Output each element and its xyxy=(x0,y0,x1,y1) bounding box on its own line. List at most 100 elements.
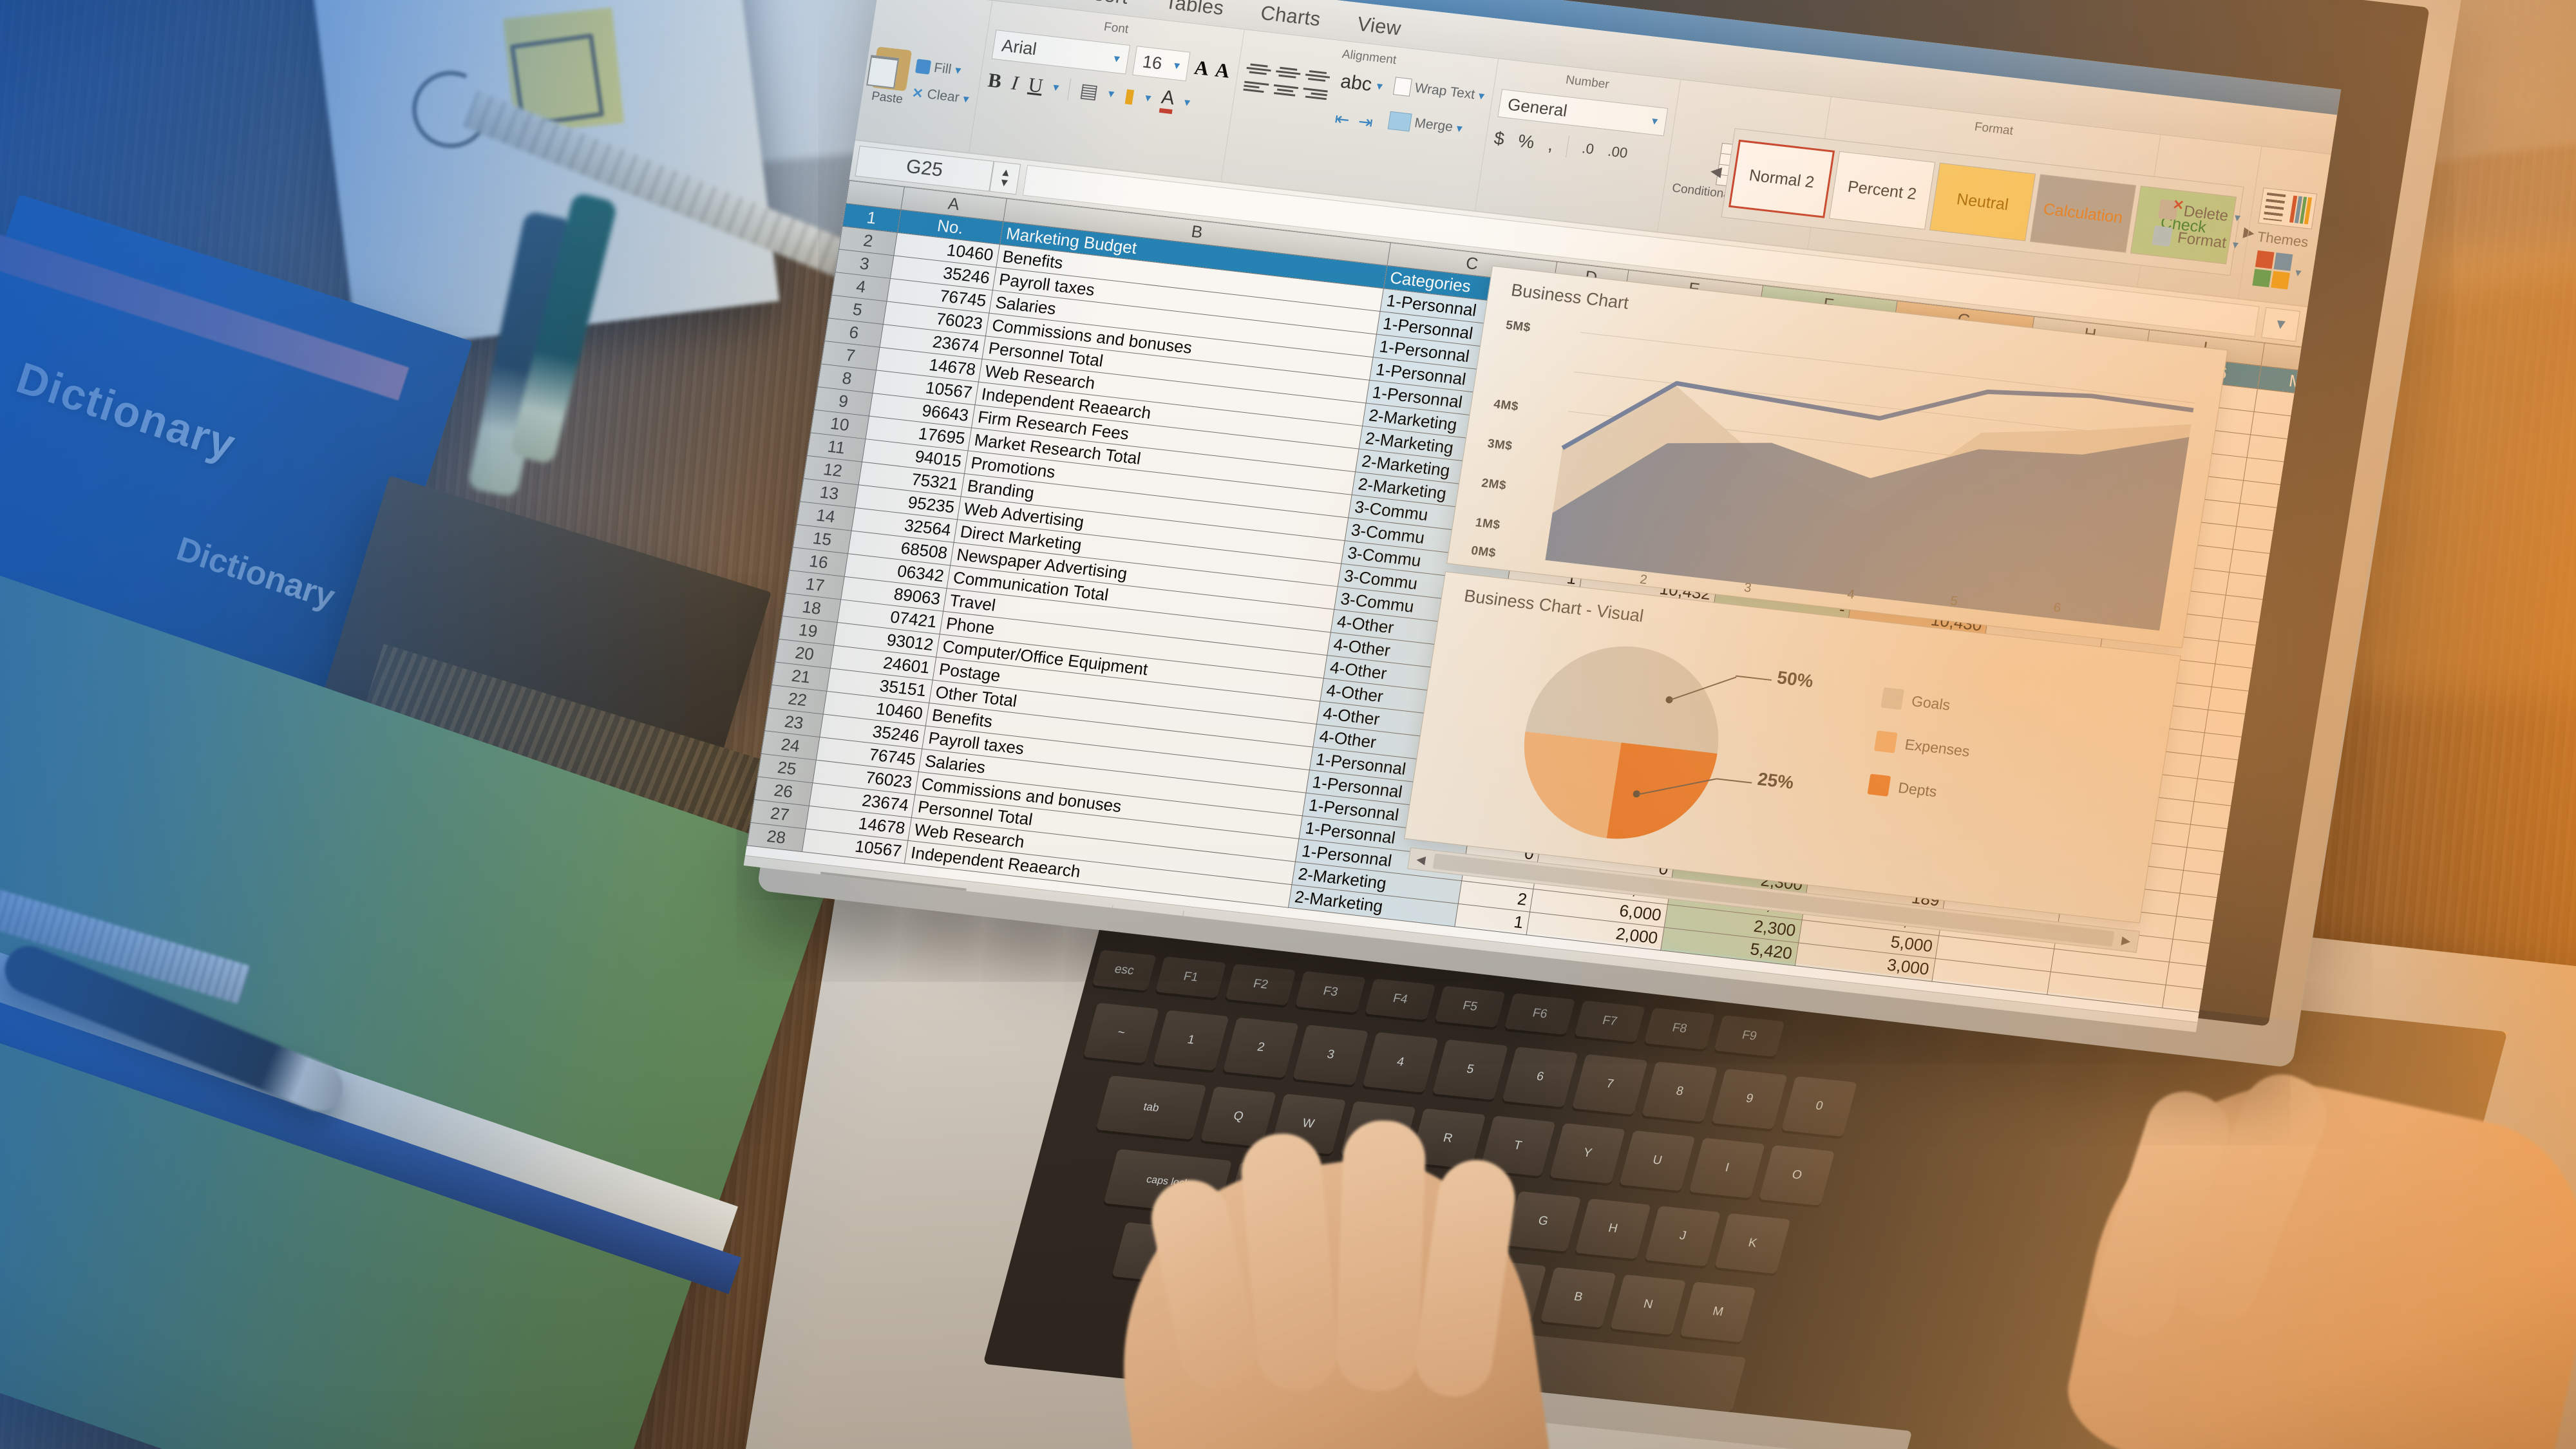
key-i[interactable]: I xyxy=(1689,1137,1765,1198)
chevron-down-icon: ▾ xyxy=(1455,121,1464,135)
key-u[interactable]: U xyxy=(1619,1130,1696,1191)
underline-button[interactable]: U xyxy=(1027,73,1045,97)
key-esc[interactable]: esc xyxy=(1092,949,1157,991)
chevron-down-icon[interactable]: ▾ xyxy=(1107,87,1115,101)
increase-decimal-button[interactable]: .0 xyxy=(1581,140,1595,158)
style-percent-2[interactable]: Percent 2 xyxy=(1828,151,1936,230)
fill-button[interactable]: Fill ▾ xyxy=(915,58,974,80)
percent-format-button[interactable]: % xyxy=(1517,131,1535,153)
chevron-down-icon[interactable]: ▾ xyxy=(1144,91,1152,105)
key-2[interactable]: 2 xyxy=(1222,1017,1299,1078)
wrap-text-label: Wrap Text xyxy=(1414,80,1476,102)
chevron-down-icon[interactable]: ▾ xyxy=(1183,95,1191,109)
theme-colors-icon[interactable] xyxy=(2252,250,2293,289)
key-3[interactable]: 3 xyxy=(1293,1025,1369,1086)
paste-button[interactable]: Paste xyxy=(869,46,913,107)
align-center-icon[interactable] xyxy=(1272,81,1298,99)
key-n[interactable]: N xyxy=(1610,1274,1687,1336)
ribbon-group-font: Font Arial ▾ 16 ▾ A A B I U ▾ ▤ ▾ ▮ ▾ A … xyxy=(969,1,1245,182)
ribbon-group-clipboard: Paste Fill ▾ ✕ Clear ▾ xyxy=(855,0,993,153)
style-normal-2[interactable]: Normal 2 xyxy=(1728,139,1835,218)
legend-swatch-goals xyxy=(1880,687,1904,710)
cf-group-label xyxy=(1751,91,1757,109)
font-size-select[interactable]: 16 ▾ xyxy=(1132,46,1191,82)
align-left-icon[interactable] xyxy=(1242,78,1269,96)
font-name-select[interactable]: Arial ▾ xyxy=(991,30,1131,75)
number-format-select[interactable]: General ▾ xyxy=(1497,89,1669,137)
screenshot-stage: Dictionary Dictionary esc F1 F2 F3 F4 F5… xyxy=(0,0,2576,1449)
clear-icon: ✕ xyxy=(911,85,925,102)
key-4[interactable]: 4 xyxy=(1362,1032,1439,1093)
spreadsheet-application-window: File Layout Insert Tables Charts View Pa… xyxy=(743,0,2342,1032)
styles-scroll-left-icon[interactable]: ◀ xyxy=(1709,162,1723,180)
key-f3[interactable]: F3 xyxy=(1294,971,1366,1013)
formula-expand-icon[interactable]: ▼ xyxy=(2261,307,2301,341)
decrease-indent-icon[interactable]: ⇤ xyxy=(1333,109,1351,130)
key-h[interactable]: H xyxy=(1575,1198,1651,1260)
key-j[interactable]: J xyxy=(1644,1206,1721,1267)
key-f5[interactable]: F5 xyxy=(1434,985,1506,1028)
fill-color-icon[interactable]: ▮ xyxy=(1122,84,1137,108)
paste-icon xyxy=(871,46,913,91)
key-b[interactable]: B xyxy=(1540,1267,1616,1328)
style-neutral[interactable]: Neutral xyxy=(1929,162,2036,242)
key-9[interactable]: 9 xyxy=(1711,1068,1788,1130)
merge-button[interactable]: Merge ▾ xyxy=(1387,111,1481,140)
key-f8[interactable]: F8 xyxy=(1643,1007,1716,1050)
chevron-down-icon[interactable]: ▾ xyxy=(1052,80,1060,95)
style-calculation[interactable]: Calculation xyxy=(2029,174,2137,253)
format-cells-button[interactable]: Format ▾ xyxy=(2152,225,2240,254)
shrink-font-button[interactable]: A xyxy=(1213,59,1231,83)
key-f4[interactable]: F4 xyxy=(1365,978,1436,1021)
name-box-spinner[interactable]: ▲ ▼ xyxy=(989,160,1021,194)
legend-item-depts[interactable]: Depts xyxy=(1867,773,1938,802)
key-8[interactable]: 8 xyxy=(1642,1061,1718,1122)
key-tab[interactable]: tab xyxy=(1095,1075,1207,1140)
pie-chart-plot xyxy=(1524,646,1719,839)
chevron-down-icon[interactable]: ▾ xyxy=(2295,265,2302,279)
comma-format-button[interactable]: , xyxy=(1547,134,1555,155)
pie-label-25: 25% xyxy=(1756,768,1795,793)
paste-label: Paste xyxy=(870,89,904,106)
grow-font-button[interactable]: A xyxy=(1193,56,1211,80)
cells-group-label xyxy=(2206,143,2213,161)
chevron-down-icon: ▾ xyxy=(1113,51,1121,65)
font-color-icon[interactable]: A xyxy=(1159,86,1177,115)
pie-slice-expenses xyxy=(1524,731,1622,838)
key-tilde[interactable]: ~ xyxy=(1083,1002,1159,1064)
legend-item-expenses[interactable]: Expenses xyxy=(1873,730,1971,761)
clear-button[interactable]: ✕ Clear ▾ xyxy=(911,84,970,107)
key-f1[interactable]: F1 xyxy=(1155,956,1227,999)
key-f2[interactable]: F2 xyxy=(1225,963,1296,1006)
increase-indent-icon[interactable]: ⇥ xyxy=(1357,111,1374,133)
key-6[interactable]: 6 xyxy=(1502,1046,1578,1108)
borders-icon[interactable]: ▤ xyxy=(1078,79,1100,104)
merge-icon xyxy=(1387,111,1412,132)
legend-item-goals[interactable]: Goals xyxy=(1880,687,1951,715)
chevron-down-icon: ▾ xyxy=(2231,237,2240,251)
align-middle-icon[interactable] xyxy=(1274,63,1301,81)
font-size-value: 16 xyxy=(1141,52,1164,73)
key-g[interactable]: G xyxy=(1505,1191,1582,1252)
key-5[interactable]: 5 xyxy=(1432,1039,1509,1101)
key-f9[interactable]: F9 xyxy=(1714,1015,1785,1057)
scroll-right-icon[interactable]: ▶ xyxy=(2114,933,2139,949)
key-1[interactable]: 1 xyxy=(1153,1010,1229,1071)
pie-slice-depts xyxy=(1606,743,1718,839)
themes-group-label xyxy=(2289,167,2296,185)
align-bottom-icon[interactable] xyxy=(1304,66,1331,84)
delete-cells-button[interactable]: Delete ▾ xyxy=(2157,199,2242,227)
key-y[interactable]: Y xyxy=(1549,1122,1625,1184)
scroll-left-icon[interactable]: ◀ xyxy=(1408,851,1434,867)
currency-format-button[interactable]: $ xyxy=(1493,128,1506,149)
key-7[interactable]: 7 xyxy=(1571,1054,1648,1115)
wrap-text-button[interactable]: Wrap Text ▾ xyxy=(1392,77,1486,105)
key-f7[interactable]: F7 xyxy=(1574,1000,1645,1043)
decrease-decimal-button[interactable]: .00 xyxy=(1607,143,1629,162)
align-top-icon[interactable] xyxy=(1245,60,1272,78)
italic-button[interactable]: I xyxy=(1010,71,1020,95)
key-f6[interactable]: F6 xyxy=(1504,993,1576,1035)
bold-button[interactable]: B xyxy=(987,68,1003,93)
abc-button[interactable]: abc ▾ xyxy=(1339,71,1384,97)
align-right-icon[interactable] xyxy=(1302,84,1328,102)
